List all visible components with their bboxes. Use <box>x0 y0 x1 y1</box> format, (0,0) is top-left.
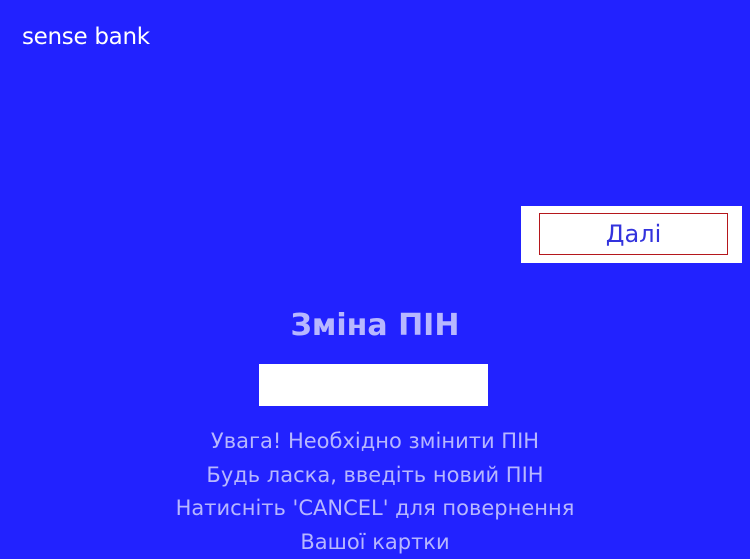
cancel-instruction-message: Натисніть 'CANCEL' для повернення <box>175 496 575 520</box>
page-title: Зміна ПІН <box>290 308 460 343</box>
new-pin-input[interactable] <box>259 364 488 406</box>
next-button-frame: Далі <box>521 206 742 263</box>
bank-logo: sense bank <box>22 24 150 50</box>
enter-pin-message: Будь ласка, введіть новий ПІН <box>206 462 544 487</box>
next-button[interactable]: Далі <box>539 213 728 255</box>
warning-message: Увага! Необхідно змінити ПІН <box>210 429 540 453</box>
card-return-message: Вашої картки <box>300 529 450 554</box>
instruction-text: Увага! Необхідно змінити ПІН Будь ласка,… <box>0 425 750 559</box>
